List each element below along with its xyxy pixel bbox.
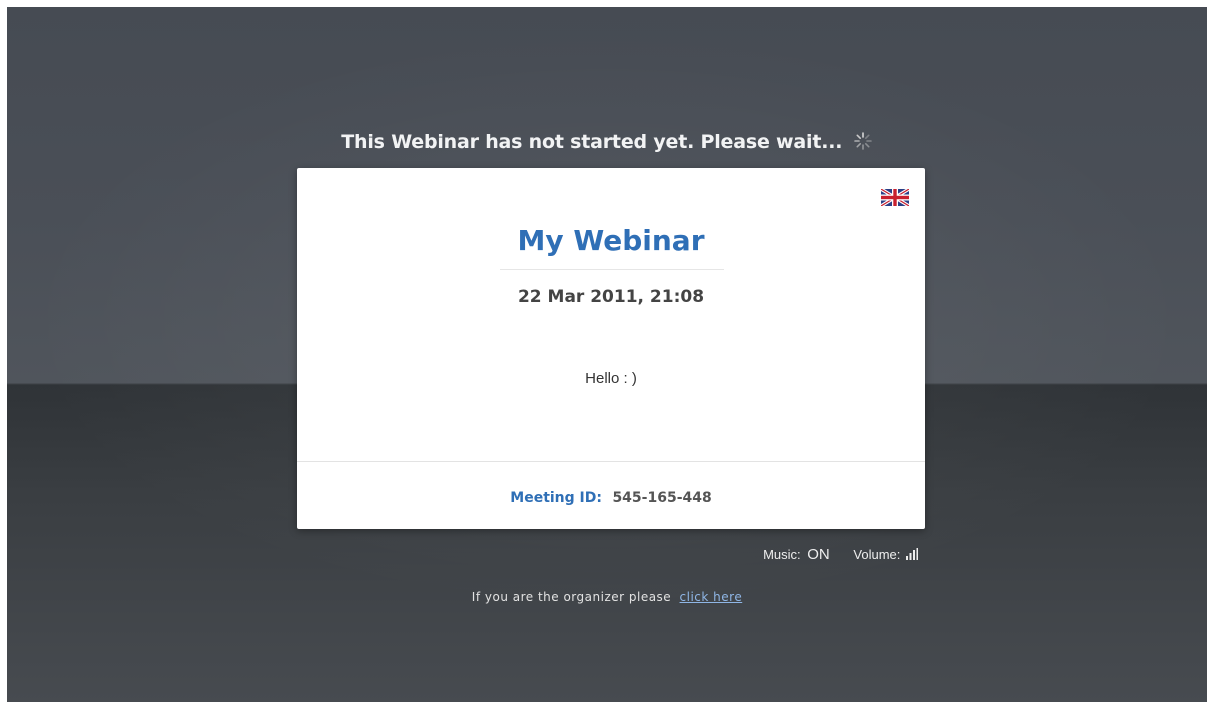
webinar-card: My Webinar 22 Mar 2011, 21:08 Hello : ) … (297, 168, 925, 529)
music-toggle[interactable]: ON (807, 546, 830, 563)
volume-label: Volume: (853, 547, 901, 562)
audio-controls: Music: ON Volume: (763, 546, 918, 563)
meeting-id-label: Meeting ID: (510, 490, 602, 506)
uk-flag-icon[interactable] (880, 187, 910, 208)
waiting-status: This Webinar has not started yet. Please… (7, 131, 1207, 156)
webinar-message: Hello : ) (585, 370, 637, 387)
music-label: Music: (763, 547, 801, 562)
waiting-room-background: This Webinar has not started yet. Please… (7, 7, 1207, 702)
volume-bars-icon[interactable] (906, 548, 918, 563)
organizer-login-link[interactable]: click here (680, 590, 743, 604)
waiting-message: This Webinar has not started yet. Please… (341, 131, 843, 153)
title-divider (500, 269, 724, 270)
organizer-prompt-row: If you are the organizer please click he… (7, 590, 1207, 604)
card-divider (297, 461, 925, 462)
meeting-id-row: Meeting ID: 545-165-448 (297, 490, 925, 506)
webinar-date: 22 Mar 2011, 21:08 (517, 287, 705, 307)
webinar-title: My Webinar (517, 224, 705, 257)
spinner-icon (853, 131, 873, 156)
meeting-id-value: 545-165-448 (612, 490, 712, 506)
organizer-prompt: If you are the organizer please (471, 590, 672, 604)
